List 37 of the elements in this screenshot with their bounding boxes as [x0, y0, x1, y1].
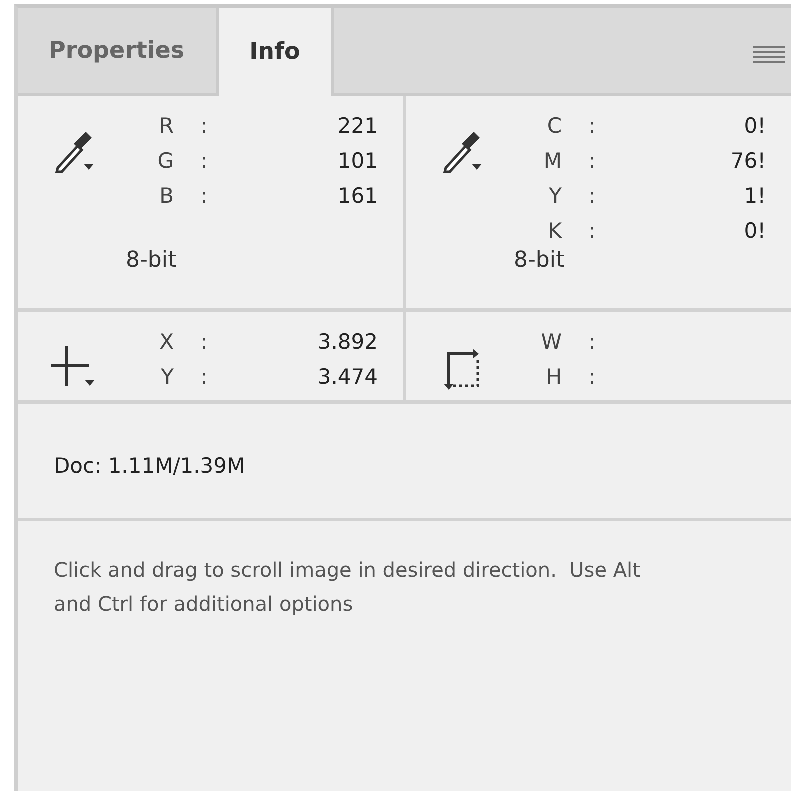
channel-value: 161 [336, 184, 378, 208]
channel-colon: : [588, 364, 596, 388]
channel-colon: : [588, 148, 596, 172]
hint-text: Click and drag to scroll image in desired direction. Use Alt and Ctrl for additional options [53, 557, 642, 618]
bit-depth: 8-bit [126, 248, 178, 273]
document-size: Doc: 1.11M/1.39M [18, 404, 791, 521]
channel-label: X [158, 330, 174, 354]
channel-value: 101 [336, 148, 378, 172]
channel-label: B [158, 184, 174, 208]
channel-label: C [546, 114, 562, 138]
channel-colon: : [588, 218, 596, 242]
channel-label: G [156, 148, 174, 172]
panel-tab[interactable]: Info [218, 8, 334, 96]
channel-colon: : [588, 114, 596, 138]
channel-value: 76! [730, 148, 766, 172]
channel-colon: : [200, 364, 208, 388]
channel-colon: : [200, 114, 208, 138]
channel-label: K [547, 218, 562, 242]
channel-colon: : [588, 184, 596, 208]
channel-value: 1! [743, 184, 766, 208]
channel-label: R [158, 114, 174, 138]
channel-label: H [545, 364, 562, 388]
channel-label: Y [160, 364, 174, 388]
channel-value: 221 [336, 114, 378, 138]
channel-value: 0! [743, 218, 766, 242]
channel-label: Y [548, 184, 562, 208]
menu-icon[interactable] [753, 46, 785, 64]
channel-label: W [540, 330, 562, 354]
channel-value: 0! [743, 114, 766, 138]
channel-label: M [542, 148, 562, 172]
channel-value: 3.892 [316, 330, 378, 354]
channel-colon: : [588, 330, 596, 354]
channel-colon: : [200, 330, 208, 354]
channel-colon: : [200, 184, 208, 208]
channel-value: 3.474 [316, 364, 378, 388]
bit-depth: 8-bit [514, 248, 566, 273]
channel-colon: : [200, 148, 208, 172]
